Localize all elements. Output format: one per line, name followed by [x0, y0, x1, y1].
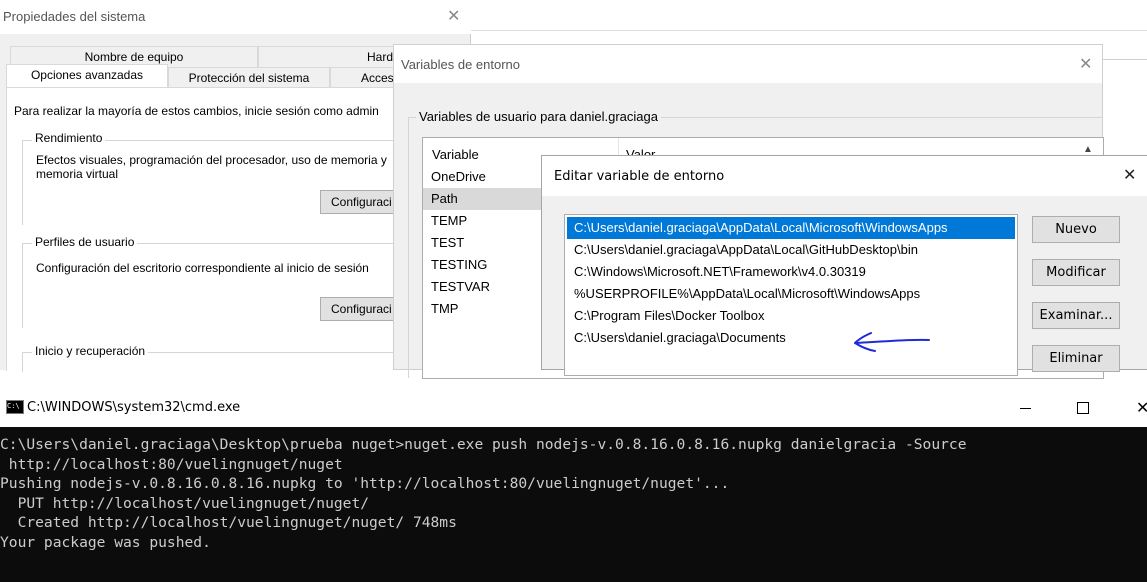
variable-row[interactable]: TEMP: [423, 210, 543, 232]
profiles-label: Perfiles de usuario: [32, 235, 138, 249]
variable-row[interactable]: OneDrive: [423, 166, 543, 188]
maximize-icon[interactable]: [1077, 402, 1089, 414]
delete-button[interactable]: Eliminar: [1032, 345, 1120, 372]
edit-button[interactable]: Modificar: [1032, 259, 1120, 286]
variable-row[interactable]: TESTVAR: [423, 276, 543, 298]
background-window-divider: [470, 30, 1147, 31]
arrow-annotation: [854, 332, 930, 352]
cmd-output: C:\Users\daniel.graciaga\Desktop\prueba …: [0, 435, 1147, 575]
close-icon[interactable]: ✕: [1079, 54, 1092, 73]
close-icon[interactable]: ✕: [1123, 165, 1136, 184]
cmd-icon-text: C:\: [7, 402, 20, 410]
variable-row[interactable]: TEST: [423, 232, 543, 254]
performance-description: Efectos visuales, programación del proce…: [36, 153, 387, 181]
performance-group-left: [22, 140, 23, 225]
tab-advanced-options[interactable]: Opciones avanzadas: [6, 64, 168, 88]
cmd-console[interactable]: C:\Users\daniel.graciaga\Desktop\prueba …: [0, 427, 1147, 582]
path-entry[interactable]: C:\Users\daniel.graciaga\Documents: [567, 327, 1015, 349]
variable-row[interactable]: TMP: [423, 298, 543, 320]
new-button[interactable]: Nuevo: [1032, 216, 1120, 243]
path-entry[interactable]: C:\Users\daniel.graciaga\AppData\Local\M…: [567, 217, 1015, 239]
path-entry[interactable]: C:\Windows\Microsoft.NET\Framework\v4.0.…: [567, 261, 1015, 283]
edit-env-var-window: Editar variable de entorno ✕ C:\Users\da…: [541, 155, 1147, 376]
path-entry[interactable]: C:\Users\daniel.graciaga\AppData\Local\G…: [567, 239, 1015, 261]
profiles-group-left: [22, 243, 23, 328]
cmd-line: Your package was pushed.: [0, 533, 211, 551]
profiles-description: Configuración del escritorio correspondi…: [36, 261, 369, 275]
window-title: Editar variable de entorno: [554, 169, 725, 184]
startup-group-left: [22, 352, 23, 372]
window-title: Propiedades del sistema: [3, 9, 146, 24]
cmd-app-icon: C:\: [6, 400, 24, 414]
cmd-line: Pushing nodejs-v.0.8.16.0.8.16.nupkg to …: [0, 475, 730, 492]
startup-label: Inicio y recuperación: [32, 344, 149, 358]
path-entry[interactable]: C:\Program Files\Docker Toolbox: [567, 305, 1015, 327]
path-entries-list: C:\Users\daniel.graciaga\AppData\Local\M…: [564, 214, 1018, 376]
cmd-line: C:\Users\daniel.graciaga\Desktop\prueba …: [0, 436, 967, 453]
window-title: Variables de entorno: [401, 57, 521, 72]
cmd-line: http://localhost:80/vuelingnuget/nuget: [0, 455, 343, 473]
cmd-line: Created http://localhost/vuelingnuget/nu…: [0, 514, 457, 531]
column-header-variable[interactable]: Variable: [432, 147, 479, 162]
close-icon[interactable]: ✕: [447, 6, 460, 25]
tab-system-protection[interactable]: Protección del sistema: [168, 67, 330, 88]
performance-label: Rendimiento: [32, 131, 106, 145]
admin-note: Para realizar la mayoría de estos cambio…: [14, 104, 379, 118]
path-entry[interactable]: %USERPROFILE%\AppData\Local\Microsoft\Wi…: [567, 283, 1015, 305]
browse-button[interactable]: Examinar...: [1032, 302, 1120, 329]
minimize-icon[interactable]: [1020, 408, 1031, 409]
close-icon[interactable]: ✕: [1136, 398, 1147, 417]
cmd-line: PUT http://localhost/vuelingnuget/nuget/: [0, 494, 370, 512]
cmd-title: C:\WINDOWS\system32\cmd.exe: [27, 400, 241, 415]
user-vars-label: Variables de usuario para daniel.graciag…: [416, 109, 661, 124]
variable-row[interactable]: TESTING: [423, 254, 543, 276]
path-rows: C:\Users\daniel.graciaga\AppData\Local\M…: [567, 217, 1015, 367]
variable-row[interactable]: Path: [423, 188, 543, 210]
cmd-window: C:\ C:\WINDOWS\system32\cmd.exe ✕ C:\Use…: [0, 390, 1147, 582]
scroll-up-icon[interactable]: ▲: [1083, 144, 1093, 155]
